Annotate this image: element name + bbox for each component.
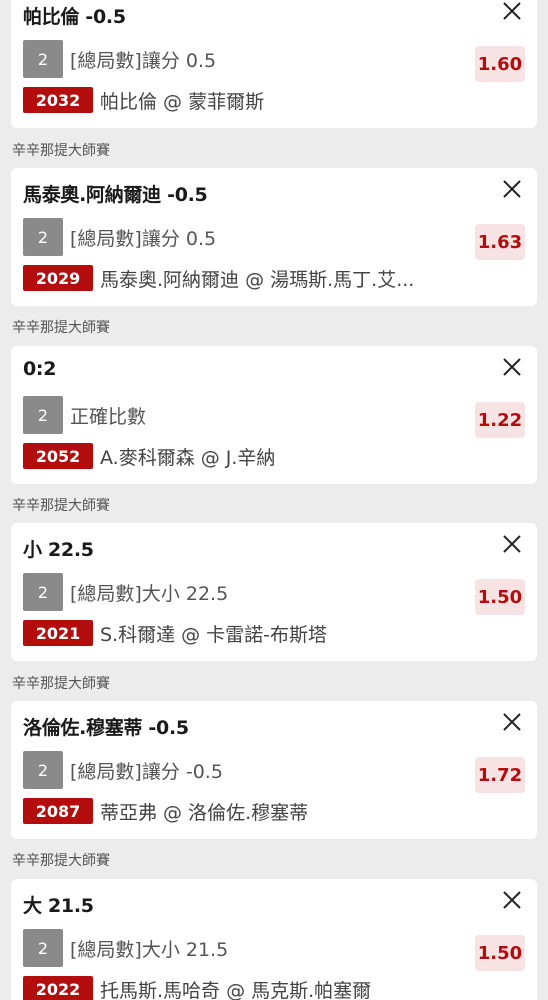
- match-label: 馬泰奧.阿納爾迪 @ 湯瑪斯.馬丁.艾...: [100, 268, 415, 291]
- legs-badge: 2: [23, 929, 63, 967]
- legs-badge: 2: [23, 218, 63, 256]
- odds-button[interactable]: 1.63: [475, 224, 525, 260]
- market-label: [總局數]讓分 0.5: [70, 227, 217, 250]
- close-icon: [503, 891, 521, 909]
- market-label: [總局數]大小 22.5: [70, 582, 229, 605]
- match-row: 2021 S.科爾達 @ 卡雷諾-布斯塔: [23, 620, 327, 646]
- remove-bet-button[interactable]: [501, 889, 523, 911]
- remove-bet-button[interactable]: [501, 711, 523, 733]
- remove-bet-button[interactable]: [501, 356, 523, 378]
- league-label: 辛辛那提大師賽: [12, 498, 110, 514]
- market-label: [總局數]大小 21.5: [70, 938, 229, 961]
- odds-button[interactable]: 1.50: [475, 579, 525, 615]
- close-icon: [503, 180, 521, 198]
- league-label: 辛辛那提大師賽: [12, 676, 110, 692]
- selection-title: 馬泰奧.阿納爾迪 -0.5: [23, 184, 208, 206]
- selection-title: 0:2: [23, 358, 57, 380]
- close-icon: [503, 358, 521, 376]
- odds-button[interactable]: 1.72: [475, 757, 525, 793]
- match-label: 托馬斯.馬哈奇 @ 馬克斯.帕塞爾: [100, 979, 372, 1000]
- bet-card: 帕比倫 -0.5 2 [總局數]讓分 0.5 2032 帕比倫 @ 蒙菲爾斯 1…: [11, 0, 537, 128]
- match-label: A.麥科爾森 @ J.辛納: [100, 446, 276, 469]
- market-label: [總局數]讓分 -0.5: [70, 760, 223, 783]
- league-label: 辛辛那提大師賽: [12, 143, 110, 159]
- match-row: 2022 托馬斯.馬哈奇 @ 馬克斯.帕塞爾: [23, 976, 371, 1000]
- bet-card: 馬泰奧.阿納爾迪 -0.5 2 [總局數]讓分 0.5 2029 馬泰奧.阿納爾…: [11, 168, 537, 306]
- close-icon: [503, 2, 521, 20]
- match-label: S.科爾達 @ 卡雷諾-布斯塔: [100, 623, 328, 646]
- bet-card: 小 22.5 2 [總局數]大小 22.5 2021 S.科爾達 @ 卡雷諾-布…: [11, 523, 537, 661]
- close-icon: [503, 713, 521, 731]
- market-label: [總局數]讓分 0.5: [70, 49, 217, 72]
- match-row: 2052 A.麥科爾森 @ J.辛納: [23, 443, 275, 469]
- match-id-badge: 2022: [23, 976, 93, 1000]
- legs-badge: 2: [23, 573, 63, 611]
- market-row: 2 [總局數]讓分 0.5: [23, 218, 216, 256]
- legs-badge: 2: [23, 40, 63, 78]
- bet-slip: 帕比倫 -0.5 2 [總局數]讓分 0.5 2032 帕比倫 @ 蒙菲爾斯 1…: [0, 0, 548, 1000]
- league-label: 辛辛那提大師賽: [12, 320, 110, 336]
- selection-title: 大 21.5: [23, 895, 94, 917]
- odds-button[interactable]: 1.22: [475, 402, 525, 438]
- remove-bet-button[interactable]: [501, 178, 523, 200]
- bet-card: 洛倫佐.穆塞蒂 -0.5 2 [總局數]讓分 -0.5 2087 蒂亞弗 @ 洛…: [11, 701, 537, 839]
- bet-card: 大 21.5 2 [總局數]大小 21.5 2022 托馬斯.馬哈奇 @ 馬克斯…: [11, 879, 537, 1000]
- match-label: 帕比倫 @ 蒙菲爾斯: [100, 90, 265, 113]
- selection-title: 帕比倫 -0.5: [23, 6, 126, 28]
- remove-bet-button[interactable]: [501, 0, 523, 22]
- market-label: 正確比數: [70, 405, 147, 428]
- market-row: 2 [總局數]大小 22.5: [23, 573, 228, 611]
- match-id-badge: 2029: [23, 265, 93, 291]
- market-row: 2 [總局數]大小 21.5: [23, 929, 228, 967]
- bet-card: 0:2 2 正確比數 2052 A.麥科爾森 @ J.辛納 1.22: [11, 346, 537, 484]
- legs-badge: 2: [23, 396, 63, 434]
- market-row: 2 正確比數: [23, 396, 146, 434]
- selection-title: 小 22.5: [23, 539, 94, 561]
- match-row: 2087 蒂亞弗 @ 洛倫佐.穆塞蒂: [23, 798, 308, 824]
- selection-title: 洛倫佐.穆塞蒂 -0.5: [23, 717, 189, 739]
- match-id-badge: 2087: [23, 798, 93, 824]
- match-id-badge: 2052: [23, 443, 93, 469]
- market-row: 2 [總局數]讓分 0.5: [23, 40, 216, 78]
- match-label: 蒂亞弗 @ 洛倫佐.穆塞蒂: [100, 801, 309, 824]
- odds-button[interactable]: 1.60: [475, 46, 525, 82]
- remove-bet-button[interactable]: [501, 533, 523, 555]
- match-row: 2029 馬泰奧.阿納爾迪 @ 湯瑪斯.馬丁.艾...: [23, 265, 414, 291]
- match-row: 2032 帕比倫 @ 蒙菲爾斯: [23, 87, 264, 113]
- league-label: 辛辛那提大師賽: [12, 853, 110, 869]
- match-id-badge: 2032: [23, 87, 93, 113]
- legs-badge: 2: [23, 751, 63, 789]
- close-icon: [503, 535, 521, 553]
- odds-button[interactable]: 1.50: [475, 935, 525, 971]
- match-id-badge: 2021: [23, 620, 93, 646]
- market-row: 2 [總局數]讓分 -0.5: [23, 751, 223, 789]
